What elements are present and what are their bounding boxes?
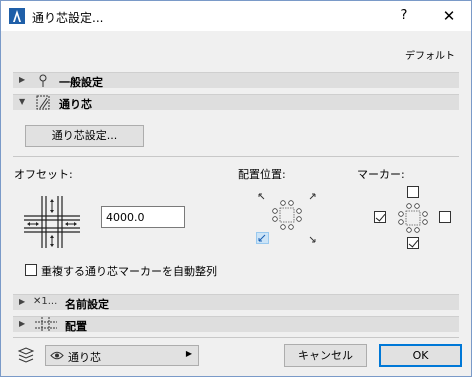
cancel-button[interactable]: キャンセル (284, 344, 367, 367)
marker-bottom-checkbox[interactable] (407, 237, 419, 249)
offset-label: オフセット: (14, 168, 73, 181)
offset-diagram-icon (24, 196, 80, 248)
window-title: 通り芯設定... (32, 11, 104, 25)
marker-left-checkbox[interactable] (374, 211, 386, 223)
section-naming-label: 名前設定 (65, 298, 109, 311)
section-naming[interactable]: ▶ ✕1... 名前設定 (13, 294, 459, 311)
auto-arrange-label[interactable]: 重複する通り芯マーカーを自動整列 (41, 263, 217, 279)
collapsed-arrow-icon: ▶ (19, 75, 26, 84)
layers-icon (17, 347, 35, 363)
footer-divider (13, 337, 459, 338)
auto-arrange-checkbox[interactable] (25, 264, 37, 276)
layer-dropdown[interactable]: 通り芯 ▶ (45, 345, 199, 366)
section-grid[interactable]: ▼ 通り芯 (13, 94, 459, 111)
marker-top-checkbox[interactable] (407, 186, 419, 198)
section-placement-label: 配置 (65, 320, 87, 333)
divider (13, 156, 459, 157)
position-bottom-left-selected[interactable] (256, 232, 269, 244)
pin-icon (39, 74, 47, 87)
eye-icon (50, 351, 64, 360)
expanded-arrow-icon: ▼ (19, 97, 26, 106)
collapsed-arrow-icon: ▶ (19, 319, 26, 328)
layer-dropdown-value: 通り芯 (68, 351, 101, 364)
section-grid-label: 通り芯 (59, 98, 92, 111)
placement-grid-icon (35, 317, 57, 332)
dialog-content: デフォルト ▶ 一般設定 ▼ 通り芯 通り芯設定... オフセット: 4000.… (1, 31, 471, 376)
position-label: 配置位置: (238, 168, 286, 181)
help-button[interactable]: ? (381, 1, 427, 31)
naming-icon: ✕1... (33, 296, 58, 307)
offset-input[interactable] (101, 206, 185, 228)
grid-settings-button[interactable]: 通り芯設定... (25, 125, 144, 147)
collapsed-arrow-icon: ▶ (19, 297, 26, 306)
title-bar: 通り芯設定... ? ✕ (1, 1, 471, 31)
section-general[interactable]: ▶ 一般設定 (13, 72, 459, 89)
default-label[interactable]: デフォルト (405, 47, 455, 62)
marker-right-checkbox[interactable] (439, 211, 451, 223)
section-placement[interactable]: ▶ 配置 (13, 316, 459, 333)
ok-button[interactable]: OK (379, 344, 462, 367)
marker-diagram-icon (398, 203, 428, 233)
arrow-bottom-left-icon (258, 234, 266, 242)
grid-line-icon (36, 95, 50, 110)
dropdown-arrow-icon: ▶ (185, 349, 192, 358)
marker-label: マーカー: (357, 168, 405, 181)
close-button[interactable]: ✕ (427, 1, 471, 31)
dialog-window: 通り芯設定... ? ✕ デフォルト ▶ 一般設定 ▼ 通り芯 通り芯設定... (0, 0, 472, 377)
section-general-label: 一般設定 (59, 76, 103, 89)
archicad-logo-icon (9, 8, 25, 24)
